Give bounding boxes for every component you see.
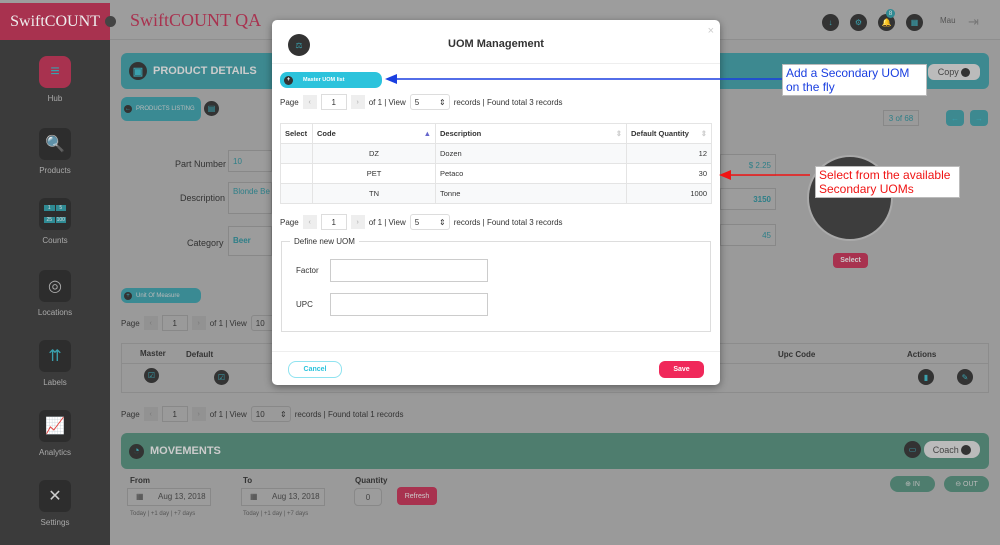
red-arrow-head: [719, 170, 731, 180]
annotation-select-uom: Select from the available Secondary UOMs: [815, 166, 960, 198]
annotation-secondary-uom: Add a Secondary UOM on the fly: [782, 64, 927, 96]
blue-arrow-head: [385, 74, 397, 84]
